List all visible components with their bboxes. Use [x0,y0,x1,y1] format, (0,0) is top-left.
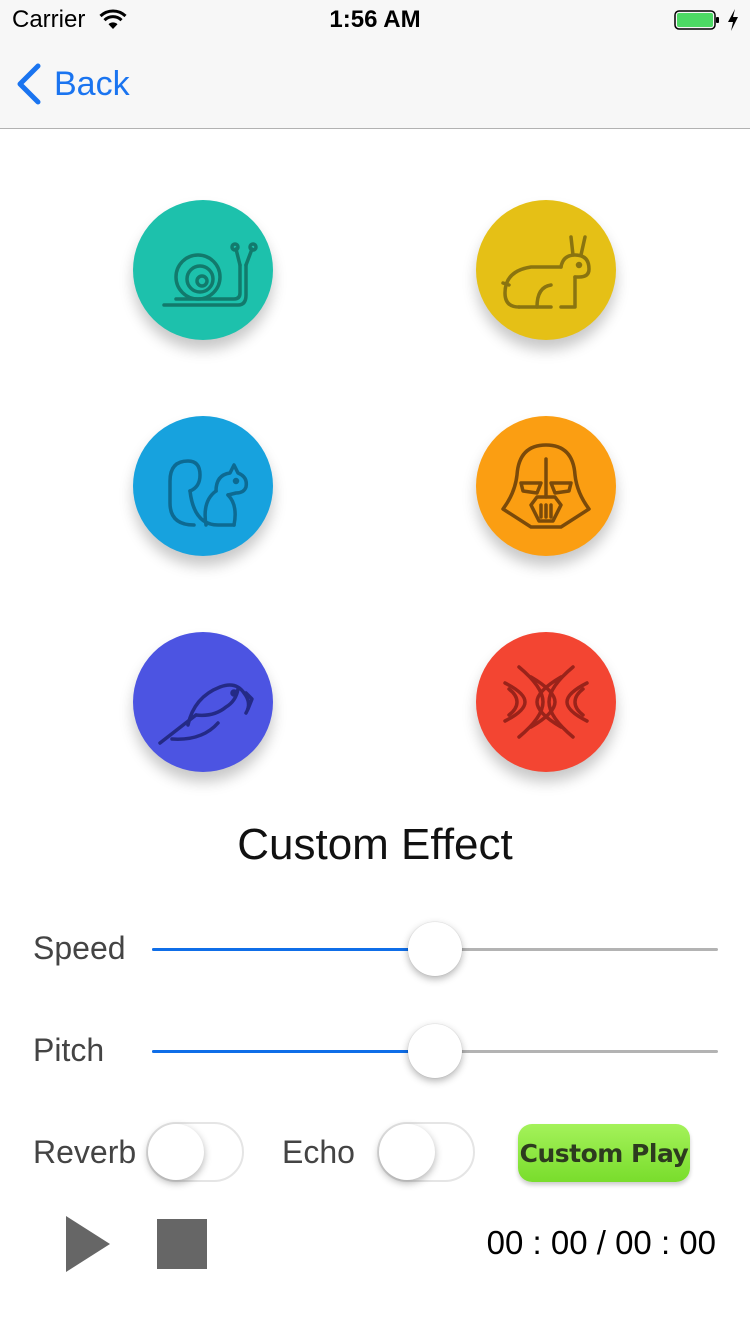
snail-icon [162,242,258,307]
rabbit-icon [501,235,591,309]
speed-slider[interactable] [152,922,718,976]
speed-slider-fill [152,948,435,951]
speed-label: Speed [33,930,126,966]
darth-vader-effect-button[interactable] [476,416,616,556]
status-time: 1:56 AM [329,6,421,33]
back-button-label: Back [54,64,130,103]
play-icon[interactable] [64,1214,112,1274]
charging-bolt-icon [728,9,738,31]
reverb-toggle[interactable] [146,1122,244,1182]
pitch-slider[interactable] [152,1024,718,1078]
darth-vader-icon [501,443,591,529]
sound-waves-icon [503,665,589,739]
echo-label: Echo [282,1134,355,1170]
parrot-icon [158,683,254,745]
reverb-toggle-knob [148,1124,204,1180]
custom-play-button[interactable]: Custom Play [518,1124,690,1182]
custom-play-label: Custom Play [519,1138,689,1168]
echo-toggle-knob [379,1124,435,1180]
echo-toggle[interactable] [377,1122,475,1182]
status-bar: Carrier 1:56 AM [0,0,750,40]
pitch-slider-thumb[interactable] [408,1024,462,1078]
speed-slider-thumb[interactable] [408,922,462,976]
squirrel-effect-button[interactable] [133,416,273,556]
snail-effect-button[interactable] [133,200,273,340]
navigation-bar: Carrier 1:56 AM Back [0,0,750,129]
custom-effect-title: Custom Effect [237,820,513,869]
parrot-effect-button[interactable] [133,632,273,772]
battery-icon [674,10,719,30]
chevron-left-icon [17,63,41,105]
pitch-slider-fill [152,1050,435,1053]
back-button[interactable]: Back [14,60,130,108]
playback-time: 00 : 00 / 00 : 00 [486,1224,716,1261]
stop-icon[interactable] [157,1219,207,1269]
pitch-label: Pitch [33,1032,105,1068]
squirrel-icon [168,459,249,527]
reverb-effect-button[interactable] [476,632,616,772]
rabbit-effect-button[interactable] [476,200,616,340]
reverb-label: Reverb [33,1134,137,1170]
